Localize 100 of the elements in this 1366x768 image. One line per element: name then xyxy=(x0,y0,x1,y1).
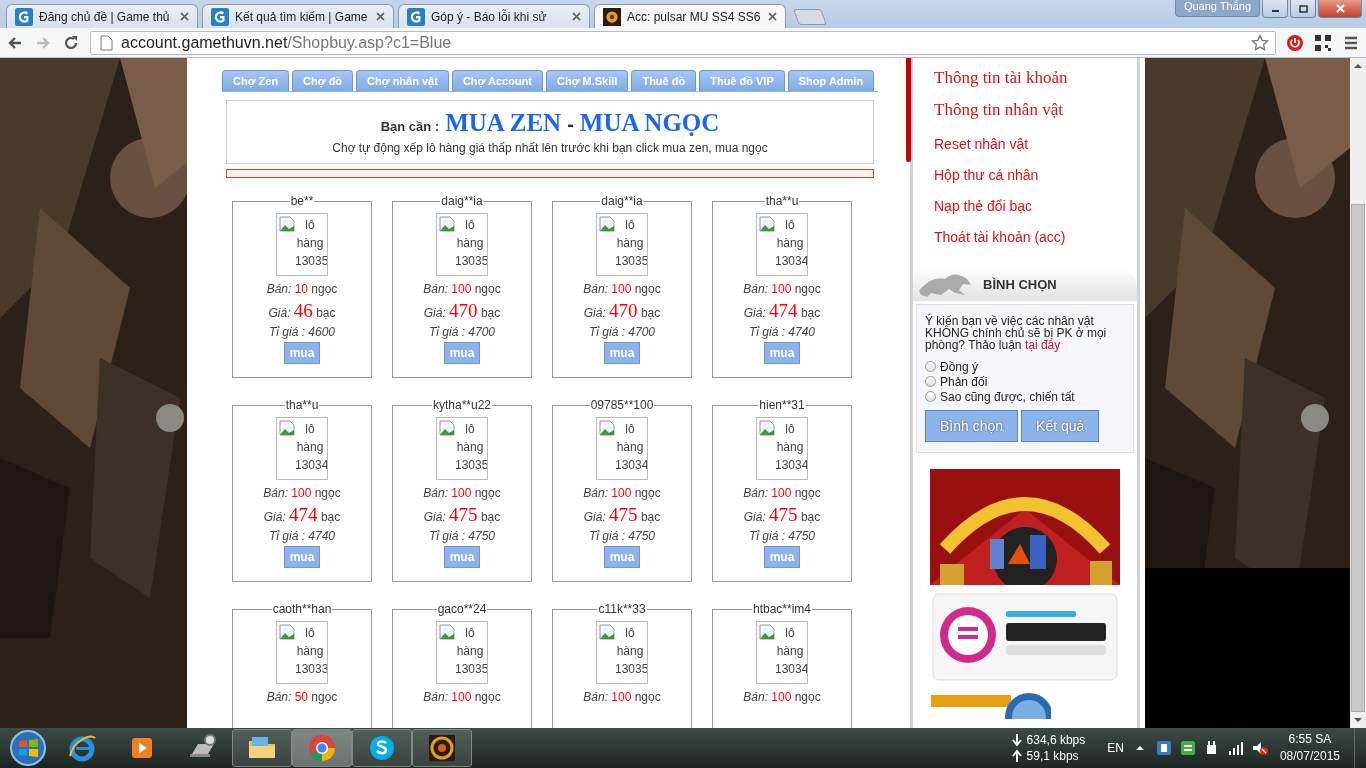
upload-speed: 59,1 kbps xyxy=(1026,748,1080,764)
sidebar-link[interactable]: Thông tin tài khoản xyxy=(934,68,1137,100)
discussion-link[interactable]: tại đây xyxy=(1024,338,1061,352)
maximize-button[interactable] xyxy=(1290,0,1316,18)
nav-tab[interactable]: Chợ nhân vật xyxy=(356,70,449,91)
reload-icon[interactable] xyxy=(62,33,80,52)
app-tray-icon[interactable] xyxy=(1179,740,1196,756)
exchange-rate: Tỉ giá : 4740 xyxy=(748,325,815,339)
minimize-button[interactable] xyxy=(1262,0,1288,18)
price: Giá: 475 bạc xyxy=(743,504,821,526)
scrollbar-thumb[interactable] xyxy=(1351,204,1365,712)
close-icon[interactable] xyxy=(376,12,385,21)
buy-button[interactable]: mua xyxy=(604,342,640,364)
price: Giá: 470 bạc xyxy=(583,300,661,322)
seller-name: c11k**33 xyxy=(597,602,647,616)
broken-image: lô hàng 13033 xyxy=(276,621,328,684)
broken-image: lô hàng 13035 xyxy=(436,417,488,480)
sell-amount: Bán: 100 ngọc xyxy=(423,690,501,704)
radio-button[interactable] xyxy=(925,376,936,387)
broken-image: lô hàng 13035 xyxy=(436,621,488,684)
price: Giá: 475 bạc xyxy=(423,504,501,526)
close-icon[interactable] xyxy=(572,12,581,21)
exchange-rate: Tỉ giá : 4750 xyxy=(428,529,495,543)
price: Giá: 46 bạc xyxy=(268,300,336,322)
nav-tab[interactable]: Thuê đồ xyxy=(631,70,697,91)
close-icon xyxy=(1335,4,1345,13)
close-icon[interactable] xyxy=(180,12,189,21)
buy-button[interactable]: mua xyxy=(284,546,320,568)
radio-button[interactable] xyxy=(925,361,936,372)
broken-image: lô hàng 13035 xyxy=(276,213,328,276)
buy-button[interactable]: mua xyxy=(604,546,640,568)
signal-icon[interactable] xyxy=(1227,740,1244,756)
sell-amount: Bán: 100 ngọc xyxy=(583,486,661,500)
star-icon[interactable] xyxy=(1251,33,1269,52)
language-indicator[interactable]: EN xyxy=(1107,741,1124,755)
option-label: Sao cũng được, chiến tất xyxy=(940,390,1075,403)
nav-tab[interactable]: Chợ Zen xyxy=(222,70,290,91)
chrome-icon xyxy=(306,732,338,764)
heading-title: MUA ZEN xyxy=(445,109,562,137)
broken-image-icon xyxy=(599,420,615,436)
qr-code-icon[interactable] xyxy=(1314,33,1332,52)
buy-button[interactable]: mua xyxy=(444,342,480,364)
scrollbar[interactable] xyxy=(1350,58,1366,728)
browser-tab[interactable]: Góp ý - Báo lỗi khi sử xyxy=(398,4,590,28)
buy-button[interactable]: mua xyxy=(764,546,800,568)
exchange-rate: Tỉ giá : 4750 xyxy=(588,529,655,543)
nav-tab[interactable]: Chợ M.Skill xyxy=(546,70,629,91)
poll-button[interactable]: Kết quả xyxy=(1021,410,1100,442)
seller-name: daig**ia xyxy=(440,194,484,208)
buy-button[interactable]: mua xyxy=(284,342,320,364)
site-icon xyxy=(407,7,425,26)
browser-tab[interactable]: Đăng chủ đề | Game thủ xyxy=(6,4,198,28)
mute-icon[interactable] xyxy=(1251,740,1268,756)
sidebar-link[interactable]: Hộp thư cá nhân xyxy=(934,163,1137,194)
nav-tab[interactable]: Chợ Account xyxy=(451,70,543,91)
sidebar-link[interactable]: Nạp thẻ đổi bạc xyxy=(934,194,1137,225)
site-icon xyxy=(211,7,229,26)
seller-name: tha**u xyxy=(284,398,320,412)
exchange-rate: Tỉ giá : 4700 xyxy=(588,325,655,339)
close-button[interactable] xyxy=(1318,0,1362,18)
emblem-icon xyxy=(603,7,621,26)
poll-question: Ý kiến bạn về việc các nhân vật KHÔNG chính chủ sẽ bị PK ở mọi phòng? Thảo luận tại đây xyxy=(925,315,1108,351)
taskbar-app[interactable] xyxy=(412,729,472,767)
broken-image-icon xyxy=(439,420,455,436)
sell-amount: Bán: 100 ngọc xyxy=(423,282,501,296)
app-tray-icon[interactable] xyxy=(1155,740,1172,756)
nav-tab[interactable]: Chợ đồ xyxy=(292,70,354,91)
seller-name: daig**ia xyxy=(600,194,644,208)
emblem-icon xyxy=(426,732,458,764)
clock[interactable]: 6:55 SA 08/07/2015 xyxy=(1279,731,1340,765)
restore-icon xyxy=(1298,4,1308,13)
buy-button[interactable]: mua xyxy=(444,546,480,568)
poll-button[interactable]: Bình chọn xyxy=(925,410,1019,442)
broken-image-icon xyxy=(279,624,295,640)
taskbar-app[interactable] xyxy=(232,729,292,767)
address-bar[interactable]: account.gamethuvn.net/Shopbuy.asp?c1=Blue xyxy=(90,30,1276,55)
power-icon[interactable] xyxy=(1286,33,1304,52)
browser-tab[interactable]: Kết quả tìm kiếm | Game xyxy=(202,4,394,28)
url-text: account.gamethuvn.net/Shopbuy.asp?c1=Blue xyxy=(121,33,453,52)
sell-amount: Bán: 100 ngọc xyxy=(423,486,501,500)
browser-tab[interactable]: Acc: pulsar MU SS4 SS6 xyxy=(594,4,786,28)
sidebar-link[interactable]: Thông tin nhân vật xyxy=(934,100,1137,132)
heading-separator: - xyxy=(567,113,574,136)
seller-name: hien**31 xyxy=(758,398,806,412)
sidebar-link[interactable]: Reset nhân vật xyxy=(934,132,1137,163)
nav-tab[interactable]: Shop Admin xyxy=(787,70,875,91)
close-icon[interactable] xyxy=(768,12,777,21)
option-label: Đồng ý xyxy=(940,360,979,373)
sell-amount: Bán: 100 ngọc xyxy=(743,282,821,296)
radio-button[interactable] xyxy=(925,391,936,402)
broken-image: lô hàng 13035 xyxy=(596,621,648,684)
taskbar-app[interactable] xyxy=(352,729,412,767)
sell-amount: Bán: 100 ngọc xyxy=(743,690,821,704)
poll-title: BÌNH CHỌN xyxy=(983,277,1057,292)
nav-tab[interactable]: Thuê đồ VIP xyxy=(699,70,785,91)
sell-amount: Bán: 50 ngọc xyxy=(266,690,338,704)
buy-button[interactable]: mua xyxy=(764,342,800,364)
user-name[interactable]: Quang Thắng xyxy=(1174,0,1260,17)
sidebar-link[interactable]: Thoát tài khoản (acc) xyxy=(934,225,1137,256)
price: Giá: 474 bạc xyxy=(743,300,821,322)
